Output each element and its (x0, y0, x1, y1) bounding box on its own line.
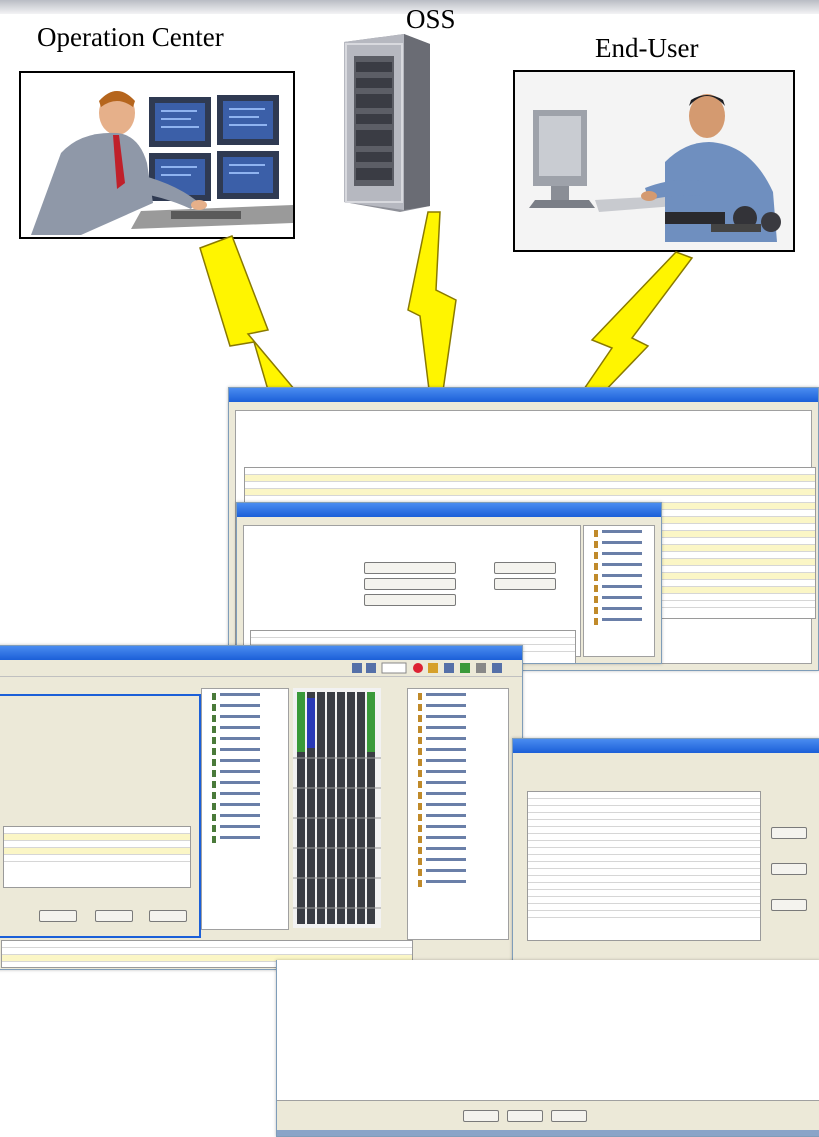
toolbar (0, 660, 522, 677)
equipment-shelf-view[interactable] (293, 688, 381, 928)
port-list[interactable] (201, 688, 289, 930)
window-title-bar[interactable] (513, 739, 819, 753)
detail-dialog-window[interactable] (236, 502, 662, 664)
bottom-window-frame[interactable] (276, 960, 819, 1137)
form-field[interactable] (364, 594, 456, 606)
form-field[interactable] (494, 578, 556, 590)
side-button[interactable] (771, 827, 807, 839)
device-tree-panel[interactable] (583, 525, 655, 657)
window-title-bar[interactable] (229, 388, 818, 402)
service-list (527, 791, 761, 941)
dialog-button[interactable] (95, 910, 133, 922)
equipment-window[interactable] (0, 645, 523, 970)
form-field[interactable] (364, 578, 456, 590)
side-button[interactable] (771, 863, 807, 875)
side-button[interactable] (771, 899, 807, 911)
inner-dialog[interactable] (0, 694, 201, 938)
dialog-button[interactable] (39, 910, 77, 922)
window-title-bar[interactable] (0, 646, 522, 660)
dialog-button[interactable] (149, 910, 187, 922)
lightning-bolts (199, 211, 694, 399)
toolbar-icons[interactable] (352, 661, 512, 675)
window-title-bar[interactable] (237, 503, 661, 517)
ok-button[interactable] (463, 1110, 499, 1122)
lightning-bolt-icon (580, 251, 694, 397)
lightning-bolt-icon (199, 235, 302, 398)
frame-content (277, 960, 819, 1101)
apply-button[interactable] (507, 1110, 543, 1122)
network-tree-panel[interactable] (407, 688, 509, 940)
window-bottom-edge (277, 1130, 819, 1136)
form-field[interactable] (364, 562, 456, 574)
inner-table (3, 826, 191, 888)
cancel-button[interactable] (551, 1110, 587, 1122)
lightning-bolt-icon (407, 211, 457, 399)
form-field[interactable] (494, 562, 556, 574)
